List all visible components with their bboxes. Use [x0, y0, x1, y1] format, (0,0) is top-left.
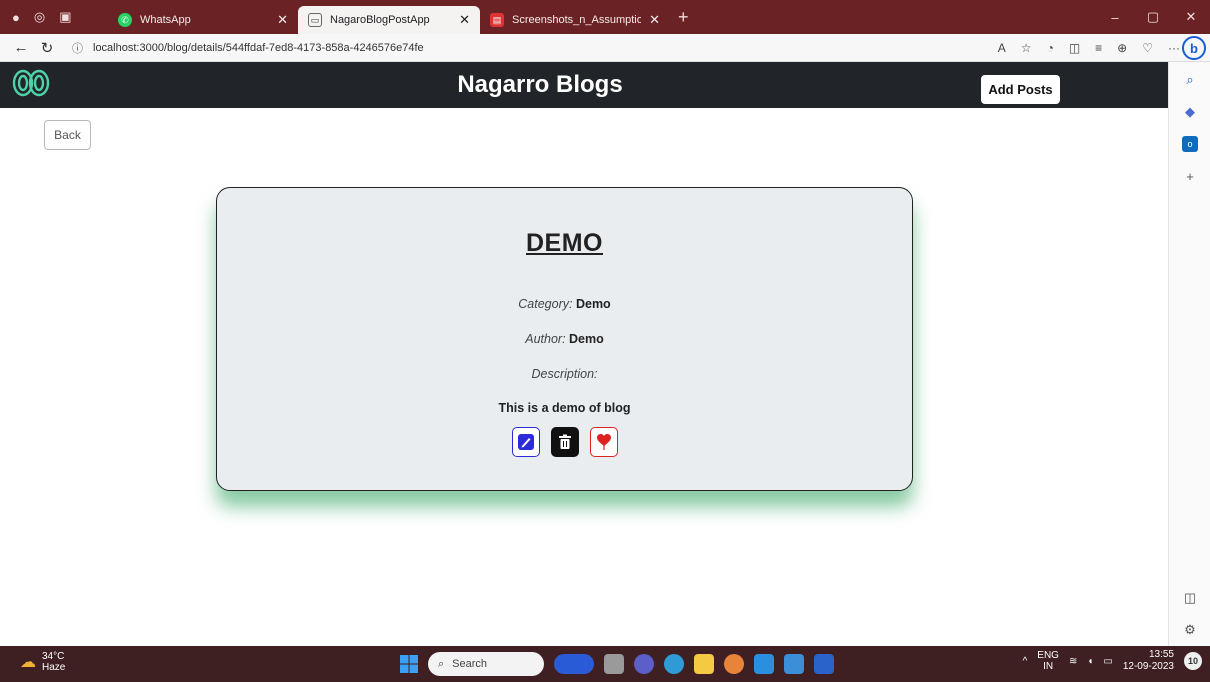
window-controls: – ▢ ✕ — [1096, 0, 1210, 34]
wifi-icon[interactable]: ≋ — [1069, 656, 1077, 667]
weather-text: Haze — [42, 662, 66, 673]
windows-start-icon[interactable] — [400, 655, 418, 673]
vscode-icon[interactable] — [754, 654, 774, 674]
edit-icon — [517, 434, 534, 450]
tab-whatsapp[interactable]: ✆ WhatsApp ✕ — [108, 6, 298, 34]
blog-detail-card: DEMO Category: Demo Author: Demo Descrip… — [216, 187, 913, 491]
post-title: DEMO — [526, 229, 603, 257]
app-title: Nagarro Blogs — [457, 71, 623, 98]
tab-strip-tools: ● ◎ ▣ — [0, 9, 108, 25]
description-label: Description: — [531, 367, 598, 381]
tab-blog-app[interactable]: ▭ NagaroBlogPostApp ✕ — [298, 6, 480, 34]
author-label: Author: — [525, 332, 566, 346]
tab-label: NagaroBlogPostApp — [330, 14, 430, 26]
description-text: This is a demo of blog — [498, 401, 631, 415]
pdf-icon: ▤ — [490, 13, 504, 27]
browser-tab-strip: ● ◎ ▣ ✆ WhatsApp ✕ ▭ NagaroBlogPostApp ✕… — [0, 0, 1210, 34]
like-button[interactable] — [589, 427, 618, 457]
delete-button[interactable] — [550, 427, 579, 457]
temperature-text: 34°C — [42, 651, 65, 662]
weather-icon: ☁ — [20, 654, 36, 671]
close-icon[interactable]: ✕ — [649, 12, 660, 28]
back-button[interactable]: Back — [44, 120, 91, 150]
author-row: Author: Demo — [217, 332, 912, 346]
split-screen-icon[interactable]: ◫ — [1069, 41, 1080, 55]
taskbar-search[interactable]: ⌕ Search — [428, 652, 544, 676]
new-tab-button[interactable]: + — [678, 7, 689, 28]
category-row: Category: Demo — [217, 297, 912, 311]
address-bar: ← ↻ ⓘ localhost:3000/blog/details/544ffd… — [0, 34, 1210, 62]
delete-icon — [558, 434, 571, 449]
shopping-icon[interactable]: ◆ — [1182, 104, 1198, 120]
search-icon[interactable]: ⌕ — [1182, 72, 1198, 88]
file-explorer-icon[interactable] — [694, 654, 714, 674]
close-icon[interactable]: ✕ — [277, 12, 288, 28]
restore-icon[interactable]: ▢ — [1134, 9, 1172, 25]
more-icon[interactable]: ··· — [1168, 41, 1180, 55]
category-value: Demo — [575, 297, 611, 311]
back-arrow-icon[interactable]: ← — [8, 39, 34, 56]
browser-toolbar: A ☆ ◔ ◫ ≡ ⊕ ♡ ··· — [998, 34, 1180, 62]
tab-actions-icon[interactable]: ▣ — [59, 9, 71, 25]
copilot-icon[interactable]: b — [1182, 36, 1206, 60]
app-navbar: Nagarro Blogs Add Posts — [0, 62, 1168, 108]
close-window-icon[interactable]: ✕ — [1172, 9, 1210, 25]
date-text: 12-09-2023 — [1122, 661, 1174, 672]
task-view-icon[interactable] — [604, 654, 624, 674]
os-taskbar: ☁ 34°C Haze ⌕ Search ^ ENG IN ≋ ◖ ▭ 13:5… — [0, 646, 1210, 682]
tab-label: Screenshots_n_Assumptions.pdf — [512, 14, 642, 26]
author-value: Demo — [569, 332, 604, 346]
notepad-icon[interactable] — [784, 654, 804, 674]
description-row: Description: — [217, 367, 912, 381]
time-text: 13:55 — [1148, 649, 1174, 660]
widgets-icon[interactable] — [554, 654, 594, 674]
read-aloud-icon[interactable]: A — [998, 41, 1006, 55]
settings-icon[interactable]: ⚙ — [1182, 622, 1198, 638]
chevron-up-icon[interactable]: ^ — [1023, 656, 1028, 667]
weather-widget[interactable]: ☁ 34°C Haze — [20, 651, 65, 673]
language-indicator[interactable]: ENG IN — [1037, 650, 1059, 672]
minimize-icon[interactable]: – — [1096, 10, 1134, 25]
refresh-icon[interactable]: ↻ — [34, 39, 60, 57]
battery-icon[interactable]: ▭ — [1103, 656, 1112, 667]
tab-label: WhatsApp — [140, 14, 191, 26]
edit-button[interactable] — [511, 427, 540, 457]
add-icon[interactable]: + — [1182, 168, 1198, 184]
edge-icon[interactable] — [664, 654, 684, 674]
browser-sidebar: ⌕ ◆ o + ◫ ⚙ — [1168, 62, 1210, 646]
like-icon — [596, 434, 611, 450]
search-placeholder: Search — [452, 658, 488, 670]
chrome-icon[interactable] — [724, 654, 744, 674]
url-text: localhost:3000/blog/details/544ffdaf-7ed… — [93, 41, 424, 54]
tab-pdf[interactable]: ▤ Screenshots_n_Assumptions.pdf ✕ — [480, 6, 670, 34]
favorite-star-icon[interactable]: ☆ — [1021, 41, 1032, 55]
favorites-icon[interactable]: ≡ — [1095, 41, 1102, 55]
notification-badge[interactable]: 10 — [1184, 652, 1202, 670]
url-field[interactable]: ⓘ localhost:3000/blog/details/544ffdaf-7… — [72, 40, 424, 56]
teams-icon[interactable] — [634, 654, 654, 674]
add-posts-button[interactable]: Add Posts — [981, 75, 1060, 104]
extensions-icon[interactable]: ◔ — [1047, 41, 1054, 55]
word-icon[interactable] — [814, 654, 834, 674]
lang-top: ENG — [1037, 650, 1059, 661]
search-icon: ⌕ — [438, 657, 445, 670]
lang-bottom: IN — [1043, 661, 1054, 672]
taskbar-apps: ⌕ Search — [400, 651, 834, 677]
whatsapp-icon: ✆ — [118, 13, 132, 27]
workspaces-icon[interactable]: ◎ — [34, 9, 45, 25]
outlook-icon[interactable]: o — [1182, 136, 1198, 152]
sidebar-toggle-icon[interactable]: ◫ — [1182, 590, 1198, 606]
profile-icon[interactable]: ● — [12, 10, 20, 25]
info-icon[interactable]: ⓘ — [72, 40, 83, 56]
close-icon[interactable]: ✕ — [459, 12, 470, 28]
collections-icon[interactable]: ⊕ — [1117, 41, 1127, 55]
post-actions — [217, 427, 912, 457]
page-icon: ▭ — [308, 13, 322, 27]
system-tray: ^ ENG IN ≋ ◖ ▭ 13:55 12-09-2023 10 — [1023, 649, 1202, 673]
clock[interactable]: 13:55 12-09-2023 — [1123, 649, 1174, 673]
performance-icon[interactable]: ♡ — [1142, 41, 1153, 55]
category-label: Category: — [518, 297, 573, 311]
volume-icon[interactable]: ◖ — [1087, 656, 1093, 667]
